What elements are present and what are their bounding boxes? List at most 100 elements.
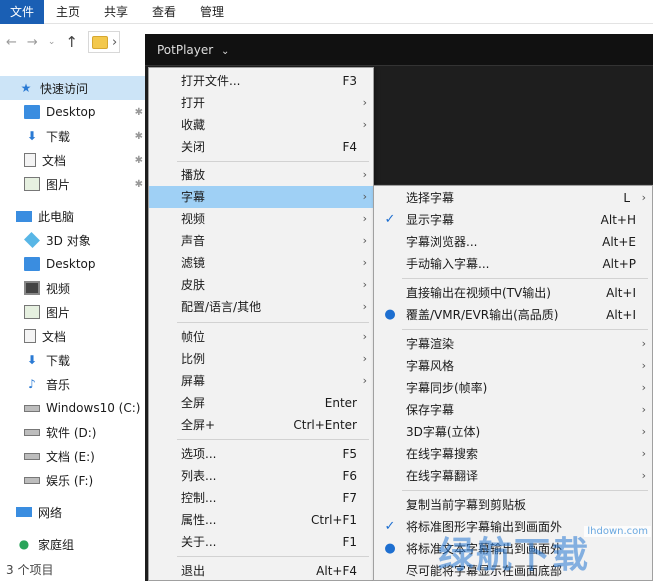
- main-menu-item-shortcut: F6: [342, 469, 357, 483]
- tab-manage[interactable]: 管理: [188, 0, 236, 24]
- main-menu-item[interactable]: 关闭 F4: [149, 136, 373, 158]
- chevron-right-icon: ›: [641, 403, 646, 416]
- nav-downloads-pinned[interactable]: ⬇ 下载 ✱: [0, 124, 145, 148]
- nav-network[interactable]: 网络: [0, 500, 145, 524]
- main-menu-item[interactable]: 列表... F6: [149, 465, 373, 487]
- main-menu-item[interactable]: 比例 ›: [149, 348, 373, 370]
- drive-icon: [24, 428, 40, 436]
- subtitle-menu-item-label: 选择字幕: [406, 191, 455, 205]
- main-menu-item[interactable]: 皮肤 ›: [149, 274, 373, 296]
- nav-desktop[interactable]: Desktop: [0, 252, 145, 276]
- subtitle-menu-item[interactable]: ● 覆盖/VMR/EVR输出(高品质) Alt+I: [374, 304, 652, 326]
- nav-label: 此电脑: [38, 209, 75, 224]
- drive-icon: [24, 476, 40, 484]
- nav-desktop-pinned[interactable]: Desktop ✱: [0, 100, 145, 124]
- subtitle-menu-item[interactable]: 手动输入字幕... Alt+P: [374, 253, 652, 275]
- main-menu-item[interactable]: 打开文件... F3: [149, 70, 373, 92]
- nav-drive-f[interactable]: 娱乐 (F:): [0, 468, 145, 492]
- main-menu-item-label: 屏幕: [181, 374, 206, 388]
- subtitle-menu-item-label: 字幕浏览器...: [406, 235, 478, 249]
- subtitle-menu-item[interactable]: 保存字幕 ›: [374, 399, 652, 421]
- chevron-right-icon: ›: [641, 381, 646, 394]
- main-menu-item[interactable]: 配置/语言/其他 ›: [149, 296, 373, 318]
- subtitle-menu-item[interactable]: ✓ 显示字幕 Alt+H: [374, 209, 652, 231]
- nav-videos[interactable]: 视频: [0, 276, 145, 300]
- nav-drive-c[interactable]: Windows10 (C:): [0, 396, 145, 420]
- subtitle-menu-item[interactable]: 字幕同步(帧率) ›: [374, 377, 652, 399]
- subtitle-menu-item[interactable]: 在线字幕翻译 ›: [374, 465, 652, 487]
- main-menu-item-shortcut: F1: [342, 535, 357, 549]
- main-menu-item-shortcut: Alt+F4: [316, 564, 357, 578]
- tab-share[interactable]: 共享: [92, 0, 140, 24]
- main-menu-item[interactable]: 控制... F7: [149, 487, 373, 509]
- nav-label: 文档 (E:): [46, 449, 95, 464]
- main-menu-item-shortcut: Ctrl+F1: [311, 513, 357, 527]
- main-menu-item-label: 字幕: [181, 190, 206, 204]
- subtitle-menu-item[interactable]: 3D字幕(立体) ›: [374, 421, 652, 443]
- pin-icon: ✱: [134, 154, 143, 166]
- up-arrow-icon[interactable]: ↑: [65, 33, 78, 51]
- nav-label: 文档: [42, 329, 67, 344]
- nav-label: 下载: [46, 129, 71, 144]
- main-menu-item[interactable]: 关于... F1: [149, 531, 373, 553]
- nav-pictures-pinned[interactable]: 图片 ✱: [0, 172, 145, 196]
- nav-documents[interactable]: 文档: [0, 324, 145, 348]
- nav-drive-e[interactable]: 文档 (E:): [0, 444, 145, 468]
- desktop-icon: [24, 257, 40, 271]
- tab-file[interactable]: 文件: [0, 0, 44, 24]
- main-menu-item[interactable]: 滤镜 ›: [149, 252, 373, 274]
- nav-documents-pinned[interactable]: 文档 ✱: [0, 148, 145, 172]
- main-menu-item[interactable]: 属性... Ctrl+F1: [149, 509, 373, 531]
- nav-label: 娱乐 (F:): [46, 473, 94, 488]
- subtitle-menu-item[interactable]: 字幕风格 ›: [374, 355, 652, 377]
- nav-homegroup[interactable]: ● 家庭组: [0, 532, 145, 556]
- menu-separator: [402, 490, 648, 491]
- nav-quick-access[interactable]: ★ 快速访问: [0, 76, 145, 100]
- nav-this-pc[interactable]: 此电脑: [0, 204, 145, 228]
- nav-label: 软件 (D:): [46, 425, 97, 440]
- nav-label: 音乐: [46, 377, 71, 392]
- drive-icon: [24, 452, 40, 460]
- nav-downloads[interactable]: ⬇ 下载: [0, 348, 145, 372]
- chevron-down-icon[interactable]: ⌄: [48, 37, 56, 47]
- chevron-right-icon: ›: [641, 425, 646, 438]
- main-menu-item[interactable]: 屏幕 ›: [149, 370, 373, 392]
- tab-view[interactable]: 查看: [140, 0, 188, 24]
- potplayer-titlebar: PotPlayer ⌄: [145, 34, 653, 66]
- chevron-right-icon: ›: [362, 96, 367, 109]
- main-menu-item[interactable]: 字幕 ›: [149, 186, 373, 208]
- nav-drive-d[interactable]: 软件 (D:): [0, 420, 145, 444]
- picture-icon: [24, 177, 40, 191]
- main-menu-item[interactable]: 全屏 Enter: [149, 392, 373, 414]
- subtitle-menu-item[interactable]: 选择字幕 L ›: [374, 187, 652, 209]
- forward-icon[interactable]: →: [27, 35, 38, 50]
- potplayer-menu-button[interactable]: PotPlayer ⌄: [149, 39, 237, 61]
- main-menu-item[interactable]: 退出 Alt+F4: [149, 560, 373, 581]
- main-menu-item[interactable]: 声音 ›: [149, 230, 373, 252]
- pin-icon: ✱: [134, 178, 143, 190]
- subtitle-menu-item[interactable]: 直接输出在视频中(TV输出) Alt+I: [374, 282, 652, 304]
- tab-home[interactable]: 主页: [44, 0, 92, 24]
- main-menu-item[interactable]: 帧位 ›: [149, 326, 373, 348]
- back-icon[interactable]: ←: [6, 35, 17, 50]
- main-menu-item[interactable]: 选项... F5: [149, 443, 373, 465]
- nav-pictures[interactable]: 图片: [0, 300, 145, 324]
- chevron-right-icon: ›: [641, 447, 646, 460]
- address-field[interactable]: ›: [87, 31, 120, 53]
- picture-icon: [24, 305, 40, 319]
- subtitle-menu-item[interactable]: 在线字幕搜索 ›: [374, 443, 652, 465]
- main-menu-item-label: 帧位: [181, 330, 206, 344]
- subtitle-menu-item[interactable]: 字幕浏览器... Alt+E: [374, 231, 652, 253]
- nav-label: 图片: [46, 305, 71, 320]
- status-bar: 3 个项目: [0, 560, 145, 581]
- main-menu-item[interactable]: 播放 ›: [149, 164, 373, 186]
- main-menu-item[interactable]: 打开 ›: [149, 92, 373, 114]
- nav-music[interactable]: ♪ 音乐: [0, 372, 145, 396]
- subtitle-menu-item[interactable]: 字幕渲染 ›: [374, 333, 652, 355]
- chevron-right-icon: ›: [641, 469, 646, 482]
- main-menu-item[interactable]: 视频 ›: [149, 208, 373, 230]
- main-menu-item-label: 打开文件...: [181, 74, 241, 88]
- nav-3d-objects[interactable]: 3D 对象: [0, 228, 145, 252]
- main-menu-item[interactable]: 收藏 ›: [149, 114, 373, 136]
- main-menu-item[interactable]: 全屏+ Ctrl+Enter: [149, 414, 373, 436]
